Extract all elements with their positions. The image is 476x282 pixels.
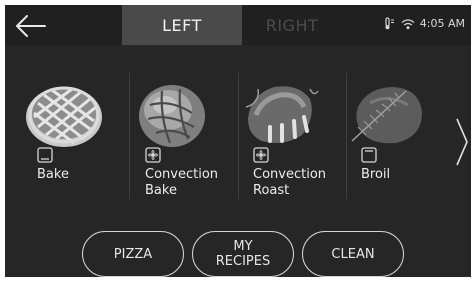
my-recipes-button[interactable]: MY RECIPES: [192, 231, 294, 277]
chevron-right-icon[interactable]: [453, 115, 471, 169]
wifi-icon: [401, 18, 415, 29]
mode-label: Convection Bake: [145, 167, 219, 198]
mode-label: Convection Roast: [253, 167, 327, 198]
bread-image: [139, 85, 205, 147]
mode-label: Broil: [361, 167, 391, 182]
mode-label: Bake: [37, 167, 69, 182]
mode-broil[interactable]: Broil: [338, 65, 446, 215]
cooking-modes: Bake Convection Bake Convection Roast Br…: [5, 65, 471, 215]
clean-button-label: CLEAN: [331, 246, 375, 262]
probe-icon: [385, 17, 394, 30]
top-bar: LEFT RIGHT 4:05 AM: [5, 5, 471, 45]
back-arrow-icon[interactable]: [13, 13, 49, 39]
clock-time: 4:05 AM: [419, 17, 465, 30]
tab-left[interactable]: LEFT: [122, 5, 242, 45]
tab-right[interactable]: RIGHT: [242, 5, 342, 45]
mode-convection-roast[interactable]: Convection Roast: [230, 65, 338, 215]
status-area: 4:05 AM: [384, 17, 465, 30]
convection-fan-icon: [253, 147, 269, 163]
steak-image: [351, 87, 422, 144]
mode-bake[interactable]: Bake: [14, 65, 122, 215]
convection-fan-icon: [145, 147, 161, 163]
ribs-image: [245, 86, 319, 143]
broil-element-icon: [361, 147, 377, 163]
clean-button[interactable]: CLEAN: [302, 231, 404, 277]
pizza-button-label: PIZZA: [113, 246, 153, 262]
pie-image: [26, 86, 102, 147]
bake-element-icon: [37, 147, 53, 163]
oven-display: LEFT RIGHT 4:05 AM Bake Convection Bake …: [5, 5, 471, 277]
pizza-button[interactable]: PIZZA: [82, 231, 184, 277]
my-recipes-button-label: MY RECIPES: [215, 239, 271, 269]
mode-convection-bake[interactable]: Convection Bake: [122, 65, 230, 215]
